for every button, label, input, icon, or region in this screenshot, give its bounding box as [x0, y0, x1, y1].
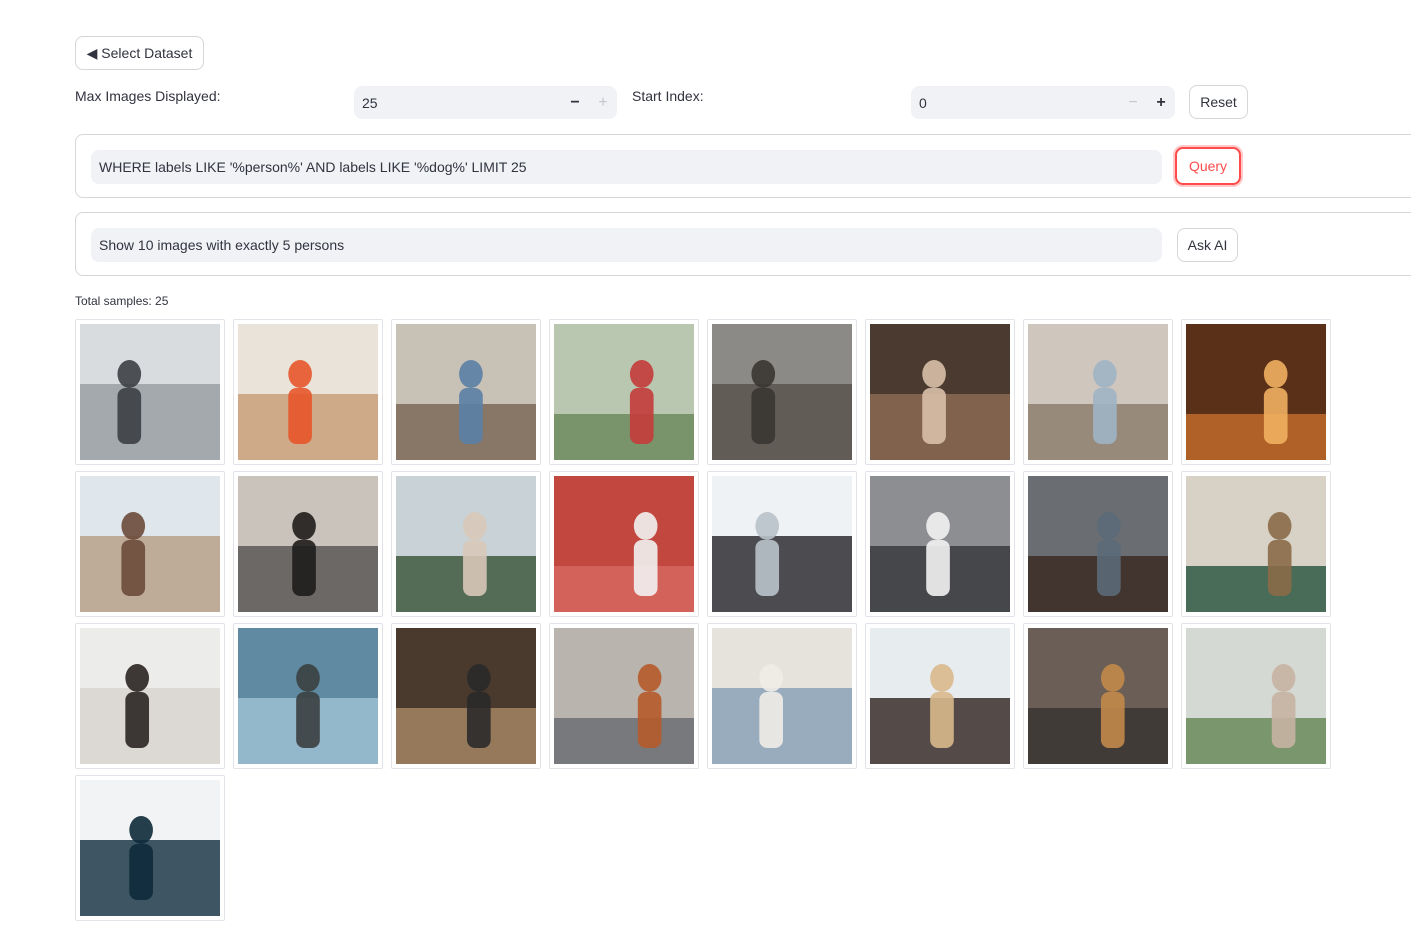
start-index-label: Start Index: [632, 88, 704, 104]
start-index-value[interactable]: 0 [911, 95, 1119, 111]
gallery-image-friends-dancing-sky[interactable] [75, 471, 225, 617]
gallery-image-meeting-room-laptops[interactable] [391, 623, 541, 769]
gallery-image-friends-cafe-table[interactable] [391, 319, 541, 465]
gallery-image-concert-crowd[interactable] [865, 319, 1015, 465]
gallery-image-woman-winter-hat[interactable] [865, 623, 1015, 769]
sql-query-input[interactable]: WHERE labels LIKE '%person%' AND labels … [91, 150, 1162, 184]
start-index-increment-button[interactable]: + [1147, 86, 1175, 119]
query-form: WHERE labels LIKE '%person%' AND labels … [75, 134, 1411, 198]
ai-prompt-input[interactable]: Show 10 images with exactly 5 persons [91, 228, 1162, 262]
gallery-image-man-city-crowd[interactable] [1023, 623, 1173, 769]
gallery-image-two-women-cafe[interactable] [707, 623, 857, 769]
start-index-stepper[interactable]: 0 − + [911, 86, 1175, 119]
gallery-image-two-women-kitchen[interactable] [233, 319, 383, 465]
max-images-stepper[interactable]: 25 − + [354, 86, 617, 119]
gallery-image-child-running-track[interactable] [549, 471, 699, 617]
ask-ai-button[interactable]: Ask AI [1177, 228, 1238, 262]
gallery-image-aerial-crosswalk[interactable] [865, 471, 1015, 617]
gallery-image-elderly-couple-beach[interactable] [391, 471, 541, 617]
max-images-label: Max Images Displayed: [75, 88, 221, 104]
reset-button[interactable]: Reset [1189, 85, 1248, 119]
gallery-image-couple-greenhouse-hug[interactable] [1181, 623, 1331, 769]
max-images-value[interactable]: 25 [354, 95, 561, 111]
max-images-decrement-button[interactable]: − [561, 86, 589, 119]
select-dataset-button[interactable]: ◀ Select Dataset [75, 36, 204, 70]
start-index-decrement-button[interactable]: − [1119, 86, 1147, 119]
gallery-image-smiling-man-portrait[interactable] [1023, 471, 1173, 617]
max-images-increment-button[interactable]: + [589, 86, 617, 119]
gallery-image-woman-city-street[interactable] [549, 623, 699, 769]
gallery-image-couples-sunset-hill[interactable] [1181, 319, 1331, 465]
gallery-image-friends-jumping-snow[interactable] [707, 471, 857, 617]
ask-ai-form: Show 10 images with exactly 5 persons As… [75, 212, 1411, 276]
image-gallery [75, 319, 1335, 921]
total-samples-text: Total samples: 25 [75, 294, 169, 308]
gallery-image-aerial-crowd-walking[interactable] [75, 319, 225, 465]
gallery-image-surfer-backflip[interactable] [75, 775, 225, 921]
gallery-image-man-profile-white[interactable] [75, 623, 225, 769]
gallery-image-mother-child-street[interactable] [233, 471, 383, 617]
gallery-image-group-laptops-cafe[interactable] [707, 319, 857, 465]
gallery-image-family-porch[interactable] [549, 319, 699, 465]
gallery-image-open-office-space[interactable] [1181, 471, 1331, 617]
query-button[interactable]: Query [1175, 147, 1241, 185]
gallery-image-woman-smiling-indoors[interactable] [1023, 319, 1173, 465]
gallery-image-hiker-cliff-edge[interactable] [233, 623, 383, 769]
